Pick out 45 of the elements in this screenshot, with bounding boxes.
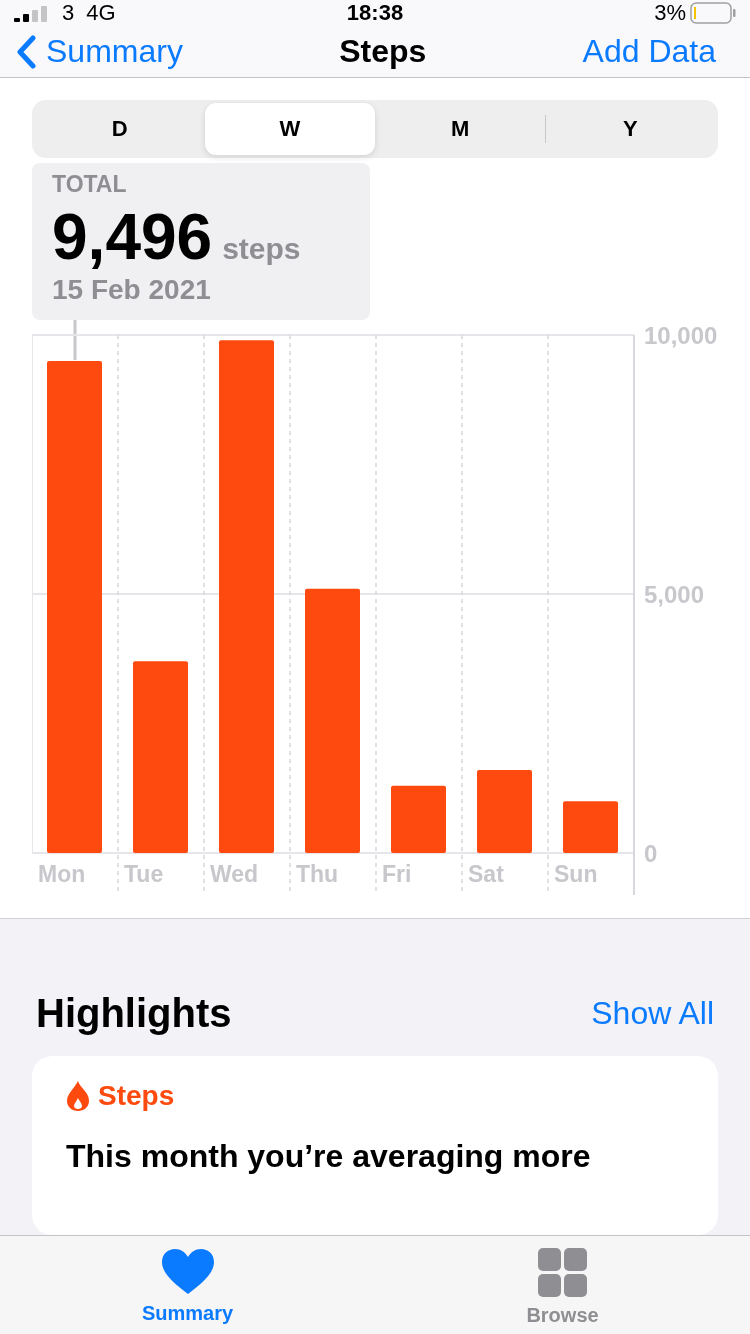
day-label: Sat [468,861,504,887]
heart-icon [160,1248,215,1296]
signal-icon [14,4,50,23]
day-label: Tue [124,861,164,887]
network-text: 4G [86,0,116,27]
day-label: Thu [296,861,339,887]
flame-icon [66,1080,90,1112]
back-link[interactable]: Summary [16,33,183,71]
page-title: Steps [339,33,427,71]
grid-icon [537,1248,588,1298]
period-tab[interactable]: Y [545,103,715,155]
step-bar[interactable] [563,801,618,853]
day-label: Fri [382,861,412,887]
total-label: TOTAL [52,171,128,198]
battery-text: 3% [654,0,686,27]
show-all-link[interactable]: Show All [591,995,714,1032]
step-bar[interactable] [219,340,274,853]
total-value: 9,496 [52,200,213,274]
carrier-text: 3 [62,0,75,27]
tab-bar-item[interactable]: Summary [87,1236,288,1334]
category-label: Steps [98,1080,175,1112]
axis-label: 10,000 [644,322,718,349]
highlight-card[interactable]: Steps This month you’re averaging more [32,1056,718,1235]
day-label: Sun [554,861,598,887]
step-bar[interactable] [391,785,446,853]
back-chevron-icon [16,34,36,69]
period-tab[interactable]: D [35,103,205,155]
axis-label: 0 [644,840,658,867]
period-tab[interactable]: M [375,103,545,155]
step-bar[interactable] [47,360,102,853]
date-label: 15 Feb 2021 [52,274,212,306]
day-label: Wed [210,861,259,887]
section-title: Highlights [36,991,232,1036]
connector-line [73,320,77,360]
add-data-link[interactable]: Add Data [582,33,716,71]
step-bar[interactable] [305,588,360,853]
step-bar[interactable] [133,661,188,853]
battery-icon [690,2,736,25]
day-label: Mon [38,861,86,887]
unit-label: steps [222,232,301,266]
highlight-text: This month you’re averaging more [66,1138,592,1175]
step-bar[interactable] [477,770,532,853]
time-text: 18:38 [346,0,404,27]
axis-label: 5,000 [644,581,705,608]
period-tab[interactable]: W [205,103,375,155]
